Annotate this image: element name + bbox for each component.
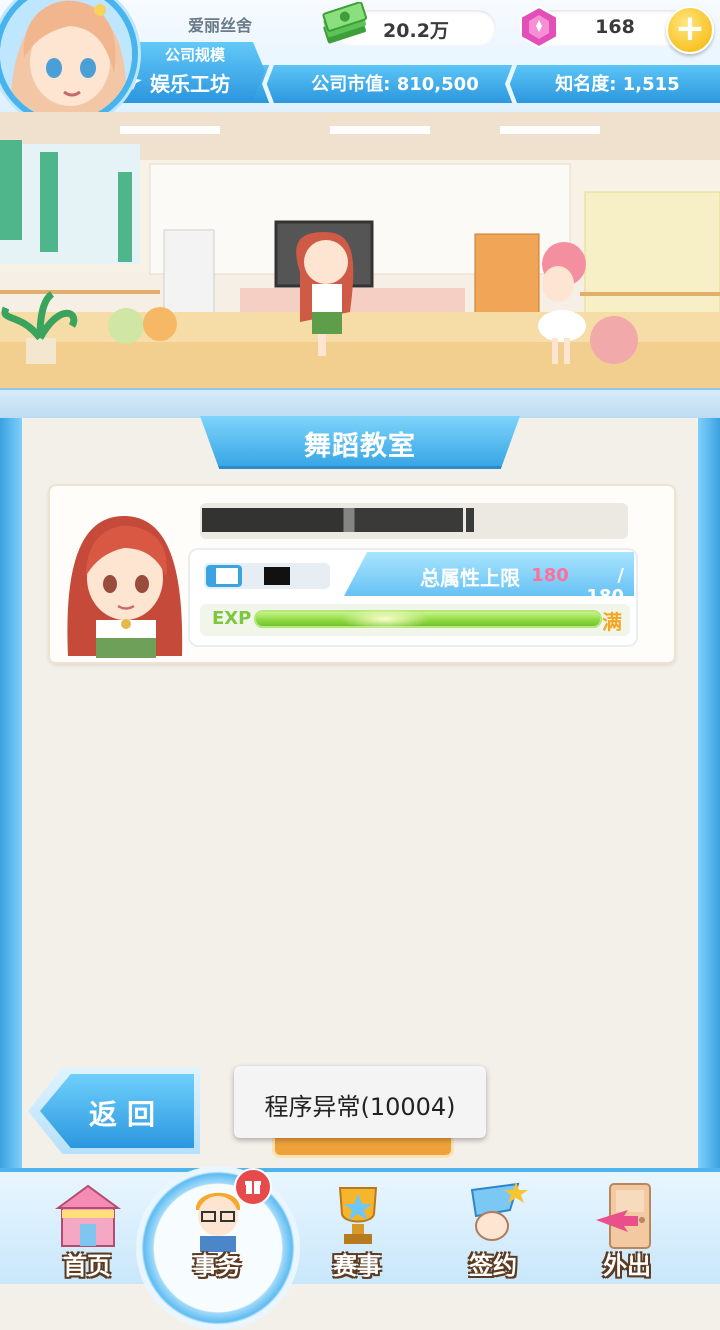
exp-full-label: 满 bbox=[602, 610, 622, 634]
dance-studio-scene[interactable] bbox=[0, 112, 720, 392]
nav-home-label[interactable]: 首页 bbox=[32, 1246, 142, 1281]
trophy-icon bbox=[338, 1187, 378, 1244]
exp-label: EXP bbox=[212, 608, 252, 629]
nav-events[interactable]: 赛事 bbox=[302, 1176, 412, 1280]
attribute-cap-label: 总属性上限 bbox=[420, 566, 520, 590]
add-currency-button[interactable]: + bbox=[666, 6, 714, 54]
attribute-current: 180 bbox=[531, 565, 569, 586]
nav-outing[interactable]: 外出 bbox=[572, 1176, 682, 1280]
nav-contract-label[interactable]: 签约 bbox=[438, 1246, 548, 1281]
gem-value: 168 bbox=[595, 16, 635, 38]
back-button-label[interactable]: 返回 bbox=[72, 1093, 182, 1133]
nav-home[interactable]: 首页 bbox=[32, 1176, 142, 1280]
door-exit-icon bbox=[596, 1183, 651, 1249]
shop-building-icon bbox=[54, 1184, 122, 1247]
nav-outing-label[interactable]: 外出 bbox=[572, 1246, 682, 1281]
attribute-max: / 180 bbox=[586, 565, 624, 607]
fame-label: 知名度: 1,515 bbox=[555, 74, 680, 95]
nav-affairs-label[interactable]: 事务 bbox=[162, 1246, 272, 1281]
gift-badge-icon bbox=[234, 1168, 272, 1206]
error-toast-text: 程序异常(10004) bbox=[264, 1093, 456, 1121]
money-value: 20.2万 bbox=[383, 20, 449, 42]
pink-gem-icon bbox=[520, 5, 558, 49]
rank-indicator-inner bbox=[216, 568, 238, 584]
company-scale-value: 娱乐工坊 bbox=[150, 72, 230, 96]
trainee-portrait bbox=[67, 516, 183, 658]
rank-text-redacted bbox=[264, 567, 290, 585]
contract-hand-icon bbox=[470, 1182, 528, 1241]
panel-title: 舞蹈教室 bbox=[304, 431, 416, 462]
company-value-label: 公司市值: 810,500 bbox=[311, 74, 479, 95]
panel-frame-right bbox=[698, 418, 720, 1168]
trainee-name-redacted bbox=[202, 508, 474, 532]
nav-events-label[interactable]: 赛事 bbox=[302, 1246, 412, 1281]
company-scale-label: 公司规模 bbox=[164, 46, 225, 64]
nav-contract[interactable]: 签约 bbox=[438, 1176, 548, 1280]
player-name: 爱丽丝舍 bbox=[187, 16, 252, 35]
exp-glow bbox=[340, 608, 430, 630]
panel-frame-left bbox=[0, 418, 22, 1168]
